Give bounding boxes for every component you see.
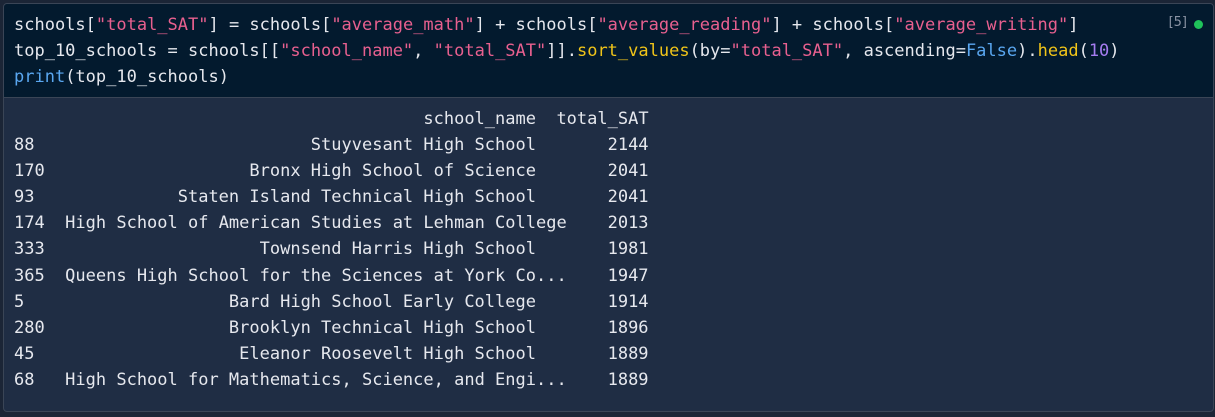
row-index: 93 xyxy=(14,187,35,208)
school-name-cell: High School of American Studies at Lehma… xyxy=(65,213,567,234)
total-sat-cell: 2144 xyxy=(607,135,649,156)
row-index: 333 xyxy=(14,239,45,260)
code-token: schools[ xyxy=(14,15,96,35)
school-name-cell: High School for Mathematics, Science, an… xyxy=(65,369,567,390)
status-dot-icon xyxy=(1194,20,1203,29)
table-row: 45 Eleanor Roosevelt High School 1889 xyxy=(14,341,1213,367)
school-name-cell: Queens High School for the Sciences at Y… xyxy=(65,265,567,286)
index-header xyxy=(14,106,65,132)
table-row: 280 Brooklyn Technical High School 1896 xyxy=(14,315,1213,341)
code-token: ] = schools[ xyxy=(208,15,332,35)
table-row: 68 High School for Mathematics, Science, … xyxy=(14,367,1213,393)
school-name-cell: Staten Island Technical High School xyxy=(177,187,536,208)
code-token: (top_10_schools) xyxy=(65,67,229,87)
code-token: , ascending= xyxy=(843,41,966,61)
code-token: , xyxy=(413,41,434,61)
code-token: "total_SAT" xyxy=(730,41,844,61)
code-token: "school_name" xyxy=(280,41,414,61)
row-index: 68 xyxy=(14,369,35,390)
total-sat-cell: 1947 xyxy=(607,265,649,286)
row-index: 280 xyxy=(14,317,45,338)
output-header-row: school_name total_SAT xyxy=(14,106,1213,132)
table-row: 5 Bard High School Early College 1914 xyxy=(14,289,1213,315)
code-token: ]]. xyxy=(546,41,577,61)
code-token: False xyxy=(965,41,1018,61)
notebook-cell: schools["total_SAT"] = schools["average_… xyxy=(3,3,1214,412)
code-token: ] xyxy=(1068,15,1079,35)
code-lines: schools["total_SAT"] = schools["average_… xyxy=(4,12,1213,90)
code-token: 10 xyxy=(1088,41,1110,61)
table-row: 333 Townsend Harris High School 1981 xyxy=(14,236,1213,262)
table-row: 170 Bronx High School of Science 2041 xyxy=(14,158,1213,184)
code-token: ( xyxy=(1078,41,1089,61)
code-token: "average_reading" xyxy=(597,15,772,35)
code-token: "total_SAT" xyxy=(95,15,209,35)
column-header-total-sat: total_SAT xyxy=(556,109,649,129)
table-row: 93 Staten Island Technical High School 204… xyxy=(14,184,1213,210)
table-row: 88 Stuyvesant High School 2144 xyxy=(14,132,1213,158)
school-name-cell: Brooklyn Technical High School xyxy=(228,317,536,338)
code-editor[interactable]: schools["total_SAT"] = schools["average_… xyxy=(4,4,1213,98)
code-token: ] + schools[ xyxy=(771,15,895,35)
code-token: "average_math" xyxy=(331,15,475,35)
table-row: 174 High School of American Studies at Le… xyxy=(14,210,1213,236)
total-sat-cell: 1889 xyxy=(607,343,649,364)
total-sat-cell: 2041 xyxy=(607,187,649,208)
row-index: 174 xyxy=(14,213,45,234)
school-name-cell: Stuyvesant High School xyxy=(310,135,536,156)
code-token: ). xyxy=(1017,41,1038,61)
total-sat-cell: 1981 xyxy=(607,239,649,260)
code-line: schools["total_SAT"] = schools["average_… xyxy=(4,12,1213,38)
total-sat-cell: 1914 xyxy=(607,291,649,312)
total-sat-cell: 2041 xyxy=(607,161,649,182)
execution-count: [5] xyxy=(1168,15,1187,30)
row-index: 365 xyxy=(14,265,45,286)
cell-output: school_name total_SAT 88 Stuyvesant High … xyxy=(4,98,1213,393)
code-line: print(top_10_schools) xyxy=(4,64,1213,90)
table-row: 365 Queens High School for the Sciences a… xyxy=(14,263,1213,289)
code-token: "total_SAT" xyxy=(433,41,547,61)
school-name-cell: Townsend Harris High School xyxy=(259,239,536,260)
code-token: sort_values xyxy=(576,41,690,61)
code-token: (by= xyxy=(689,41,731,61)
code-token: head xyxy=(1037,41,1079,61)
school-name-cell: Eleanor Roosevelt High School xyxy=(239,343,536,364)
total-sat-cell: 2013 xyxy=(607,213,649,234)
code-token: top_10_schools = schools[[ xyxy=(14,41,281,61)
school-name-cell: Bard High School Early College xyxy=(228,291,536,312)
row-index: 45 xyxy=(14,343,35,364)
code-token: ] + schools[ xyxy=(474,15,598,35)
code-token: ) xyxy=(1109,41,1120,61)
school-name-cell: Bronx High School of Science xyxy=(249,161,536,182)
code-token: "average_writing" xyxy=(894,15,1069,35)
total-sat-cell: 1896 xyxy=(607,317,649,338)
row-index: 170 xyxy=(14,161,45,182)
row-index: 88 xyxy=(14,135,35,156)
column-header-school-name: school_name xyxy=(423,109,536,129)
code-line: top_10_schools = schools[["school_name",… xyxy=(4,38,1213,64)
row-index: 5 xyxy=(14,291,25,312)
code-token: print xyxy=(14,67,66,87)
total-sat-cell: 1889 xyxy=(607,369,649,390)
